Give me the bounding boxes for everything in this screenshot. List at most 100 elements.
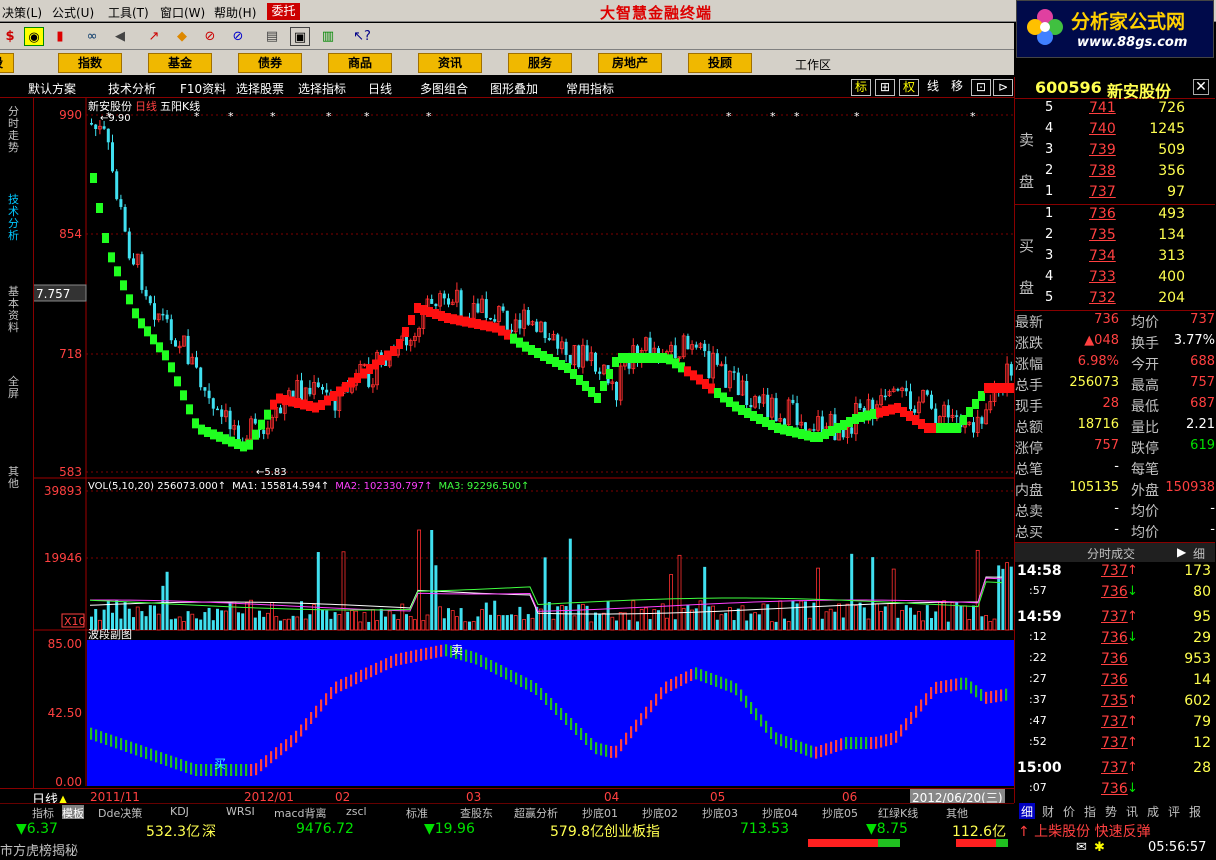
tab-other[interactable]: 其他: [8, 466, 24, 490]
quote-tab[interactable]: 势: [1103, 803, 1119, 820]
tick-time: :57: [1029, 584, 1047, 597]
link-icon[interactable]: ⊘: [200, 27, 220, 46]
move-button[interactable]: 移: [947, 79, 967, 96]
line-button[interactable]: 线: [923, 79, 943, 96]
tick-price[interactable]: 735: [1101, 693, 1128, 709]
stat-label: 现手: [1015, 399, 1043, 415]
buy-signal-label: 买: [214, 757, 226, 771]
nav-stock[interactable]: 股: [0, 53, 14, 73]
quote-tab[interactable]: 评: [1166, 803, 1182, 820]
menu-tools[interactable]: 工具(T): [108, 4, 149, 21]
alert-icon[interactable]: ✱: [1094, 840, 1105, 855]
tick-price[interactable]: 737: [1101, 714, 1128, 730]
ticks-detail-button[interactable]: 细: [1193, 545, 1205, 562]
bid-price[interactable]: 732: [1089, 290, 1116, 306]
tick-price[interactable]: 737: [1101, 609, 1128, 625]
trust-button[interactable]: 委托: [267, 3, 300, 20]
bottom-ticker[interactable]: 市方虎榜揭秘: [0, 840, 78, 859]
mail-icon[interactable]: ✉: [1076, 840, 1087, 855]
ask-price[interactable]: 738: [1089, 163, 1116, 179]
quote-tab[interactable]: 讯: [1124, 803, 1140, 820]
chart-area[interactable]: 990 854 7.757 718 583 新安股份 日线 五阳K线 ←9.90 ←…: [31, 98, 1015, 790]
quote-tab[interactable]: 细: [1019, 803, 1036, 820]
tick-price[interactable]: 736: [1101, 630, 1128, 646]
close-icon[interactable]: ✕: [1193, 79, 1209, 95]
x-date-6: 06: [842, 790, 858, 804]
bars-icon[interactable]: ▮: [50, 27, 70, 46]
cy-label[interactable]: 创业板指: [604, 821, 660, 841]
menu-window[interactable]: 窗口(W): [160, 4, 205, 21]
scheme-dropdown[interactable]: 默认方案: [28, 80, 76, 97]
nav-advisor[interactable]: 投顾: [688, 53, 752, 73]
tick-price[interactable]: 737: [1101, 563, 1128, 579]
bid-price[interactable]: 735: [1089, 227, 1116, 243]
itab-kdj[interactable]: KDJ: [170, 805, 189, 818]
tick-price[interactable]: 736: [1101, 651, 1128, 667]
multi-chart-dropdown[interactable]: 多图组合: [420, 80, 468, 97]
tick-price[interactable]: 736: [1101, 584, 1128, 600]
menu-decision[interactable]: 决策(L): [2, 4, 42, 21]
quote-tab[interactable]: 指: [1082, 803, 1098, 820]
quote-tab[interactable]: 价: [1061, 803, 1077, 820]
common-indicator-dropdown[interactable]: 常用指标: [566, 80, 614, 97]
itab-wrsi[interactable]: WRSI: [226, 805, 255, 818]
ticks-next-icon[interactable]: ▶: [1177, 545, 1186, 559]
mark-button[interactable]: 标: [851, 79, 871, 96]
itab-zscl[interactable]: zscl: [346, 805, 367, 818]
tab-fundamental[interactable]: 基本资料: [8, 286, 24, 334]
ask-price[interactable]: 739: [1089, 142, 1116, 158]
nav-service[interactable]: 服务: [508, 53, 572, 73]
overlay-dropdown[interactable]: 图形叠加: [490, 80, 538, 97]
globe-link-icon[interactable]: ⊘: [228, 27, 248, 46]
quote-tab[interactable]: 成: [1145, 803, 1161, 820]
period-dropdown[interactable]: 日线: [368, 80, 392, 97]
eye-icon[interactable]: ◉: [24, 27, 44, 46]
next-button[interactable]: ⊳: [993, 79, 1013, 96]
ask-price[interactable]: 741: [1089, 100, 1116, 116]
dollar-icon[interactable]: $: [0, 27, 20, 46]
chart-up-icon[interactable]: ↗: [144, 27, 164, 46]
bid-price[interactable]: 736: [1089, 206, 1116, 222]
ask-price[interactable]: 740: [1089, 121, 1116, 137]
news-ticker[interactable]: ↑ 上柴股份 快速反弹: [1018, 821, 1151, 841]
diamond-icon[interactable]: ◆: [172, 27, 192, 46]
menu-help[interactable]: 帮助(H): [214, 4, 256, 21]
f10-tab[interactable]: F10资料: [180, 80, 226, 97]
workspace-dropdown[interactable]: 工作区: [795, 56, 831, 73]
crosshair-button[interactable]: ⊞: [875, 79, 895, 96]
tick-price[interactable]: 737: [1101, 760, 1128, 776]
nav-index[interactable]: 指数: [58, 53, 122, 73]
nav-fund[interactable]: 基金: [148, 53, 212, 73]
select-indicator-button[interactable]: 选择指标: [298, 80, 346, 97]
tab-fullscreen[interactable]: 全屏: [8, 376, 24, 400]
window-icon[interactable]: ▣: [290, 27, 310, 46]
horn-icon[interactable]: ◀: [110, 27, 130, 46]
bid-price[interactable]: 733: [1089, 269, 1116, 285]
ask-price[interactable]: 737: [1089, 184, 1116, 200]
nav-info[interactable]: 资讯: [418, 53, 482, 73]
notes-icon[interactable]: ▤: [262, 27, 282, 46]
maximize-button[interactable]: ⊡: [971, 79, 991, 96]
nav-realestate[interactable]: 房地产: [598, 53, 662, 73]
tab-technical[interactable]: 技术分析: [8, 194, 24, 242]
tech-analysis-tab[interactable]: 技术分析: [108, 80, 156, 97]
select-stock-button[interactable]: 选择股票: [236, 80, 284, 97]
bid-price[interactable]: 734: [1089, 248, 1116, 264]
binoculars-icon[interactable]: ∞: [82, 27, 102, 46]
nav-bond[interactable]: 债券: [238, 53, 302, 73]
stock-chart[interactable]: 990 854 7.757 718 583 新安股份 日线 五阳K线 ←9.90 ←…: [31, 98, 1015, 790]
tick-price[interactable]: 736: [1101, 781, 1128, 797]
help-pointer-icon[interactable]: ↖?: [352, 27, 372, 46]
quote-tab[interactable]: 报: [1187, 803, 1203, 820]
tick-price[interactable]: 736: [1101, 672, 1128, 688]
books-icon[interactable]: ▥: [318, 27, 338, 46]
quote-tabs: 细财价指势讯成评报: [1015, 803, 1215, 820]
nav-commodity[interactable]: 商品: [328, 53, 392, 73]
rights-button[interactable]: 权: [899, 79, 919, 96]
sz-change: ▼19.96: [424, 821, 475, 837]
quote-tab[interactable]: 财: [1040, 803, 1056, 820]
menu-formula[interactable]: 公式(U): [52, 4, 94, 21]
tick-price[interactable]: 737: [1101, 735, 1128, 751]
sz-label[interactable]: 深: [202, 821, 216, 841]
tab-intraday[interactable]: 分时走势: [8, 106, 24, 154]
